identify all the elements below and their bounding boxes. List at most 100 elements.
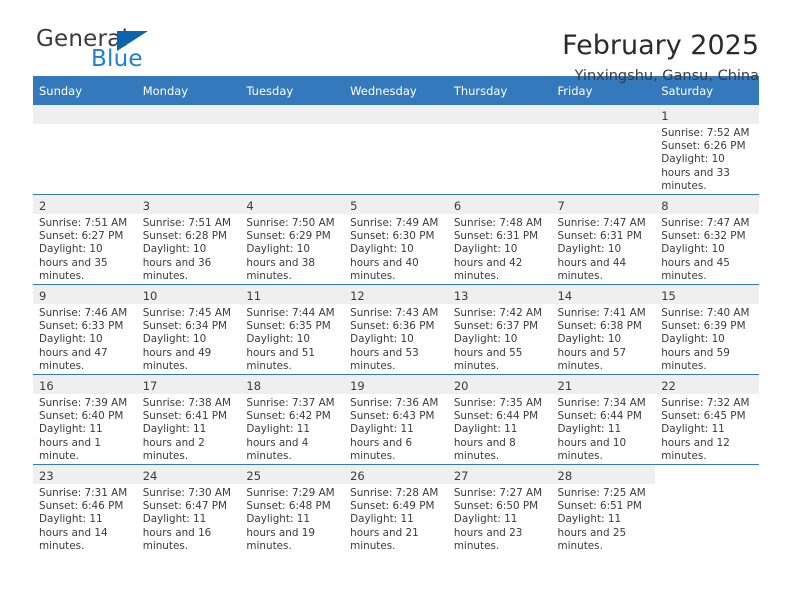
calendar-day-cell[interactable]: 2 Sunrise: 7:51 AM Sunset: 6:27 PM Daylight…: [33, 194, 137, 285]
weekday-header-sunday: Sunday: [33, 76, 137, 105]
day-number-band: 19: [344, 375, 448, 394]
calendar-day-cell[interactable]: 7 Sunrise: 7:47 AM Sunset: 6:31 PM Daylight…: [551, 194, 656, 285]
day-number-band: 21: [551, 375, 656, 394]
sunset-text: Sunset: 6:34 PM: [142, 320, 228, 333]
daylight-text: Daylight: 10 hours and 49 minutes.: [142, 333, 212, 372]
calendar-day-cell[interactable]: 17 Sunrise: 7:38 AM Sunset: 6:41 PM Dayligh…: [136, 374, 241, 465]
daylight-text: Daylight: 10 hours and 55 minutes.: [453, 333, 523, 372]
sunrise-text: Sunrise: 7:34 AM: [557, 397, 646, 409]
sunset-text: Sunset: 6:42 PM: [246, 410, 331, 423]
calendar-day-cell[interactable]: 16 Sunrise: 7:39 AM Sunset: 6:40 PM Dayligh…: [33, 374, 137, 465]
calendar-empty-cell: [447, 105, 552, 195]
calendar-day-cell[interactable]: 26 Sunrise: 7:28 AM Sunset: 6:49 PM Dayligh…: [344, 464, 448, 554]
day-number: 23: [39, 469, 54, 483]
weekday-header-wednesday: Wednesday: [344, 76, 448, 105]
calendar-week-row: 9 Sunrise: 7:46 AM Sunset: 6:33 PM Daylight…: [33, 284, 759, 375]
calendar-day-cell[interactable]: 28 Sunrise: 7:25 AM Sunset: 6:51 PM Dayligh…: [551, 464, 656, 554]
calendar-empty-cell: [344, 105, 448, 195]
day-cell-body: Sunrise: 7:47 AM Sunset: 6:32 PM Daylight:…: [655, 214, 759, 283]
day-number-band: 4: [240, 195, 345, 214]
calendar-day-cell[interactable]: 11 Sunrise: 7:44 AM Sunset: 6:35 PM Dayligh…: [240, 284, 345, 375]
sunset-text: Sunset: 6:38 PM: [557, 320, 642, 333]
sunset-text: Sunset: 6:36 PM: [350, 320, 435, 333]
daylight-text: Daylight: 11 hours and 25 minutes.: [557, 513, 627, 552]
daylight-text: Daylight: 10 hours and 45 minutes.: [661, 243, 730, 282]
day-number: 5: [350, 199, 358, 213]
calendar-day-cell[interactable]: 15 Sunrise: 7:40 AM Sunset: 6:39 PM Dayligh…: [655, 284, 759, 375]
sunset-text: Sunset: 6:31 PM: [453, 230, 539, 243]
day-number-band: 25: [240, 465, 345, 484]
day-number-band: 16: [33, 375, 137, 394]
sunset-text: Sunset: 6:49 PM: [350, 500, 435, 513]
daylight-text: Daylight: 10 hours and 33 minutes.: [661, 153, 730, 192]
day-cell-body: Sunrise: 7:37 AM Sunset: 6:42 PM Daylight:…: [240, 394, 344, 463]
sunset-text: Sunset: 6:35 PM: [246, 320, 331, 333]
calendar-empty-cell: [655, 464, 759, 554]
daylight-text: Daylight: 10 hours and 53 minutes.: [350, 333, 419, 372]
daylight-text: Daylight: 11 hours and 10 minutes.: [557, 423, 627, 462]
daylight-text: Daylight: 11 hours and 19 minutes.: [246, 513, 315, 552]
day-number: 10: [142, 289, 158, 303]
calendar-day-cell[interactable]: 19 Sunrise: 7:36 AM Sunset: 6:43 PM Dayligh…: [344, 374, 448, 465]
day-number-band: [136, 105, 241, 124]
calendar-day-cell[interactable]: 27 Sunrise: 7:27 AM Sunset: 6:50 PM Dayligh…: [447, 464, 552, 554]
calendar-day-cell[interactable]: 5 Sunrise: 7:49 AM Sunset: 6:30 PM Daylight…: [344, 194, 448, 285]
day-number: 13: [453, 289, 469, 303]
day-number: 14: [557, 289, 573, 303]
calendar-day-cell[interactable]: 6 Sunrise: 7:48 AM Sunset: 6:31 PM Daylight…: [447, 194, 552, 285]
day-cell-body: Sunrise: 7:40 AM Sunset: 6:39 PM Daylight:…: [655, 304, 759, 373]
day-cell-body: Sunrise: 7:47 AM Sunset: 6:31 PM Daylight:…: [552, 214, 656, 283]
day-number: 9: [39, 289, 47, 303]
weekday-header-tuesday: Tuesday: [240, 76, 345, 105]
calendar-day-cell[interactable]: 13 Sunrise: 7:42 AM Sunset: 6:37 PM Dayligh…: [447, 284, 552, 375]
calendar-day-cell[interactable]: 4 Sunrise: 7:50 AM Sunset: 6:29 PM Daylight…: [240, 194, 345, 285]
day-number-band: 13: [447, 285, 552, 304]
calendar-day-cell[interactable]: 21 Sunrise: 7:34 AM Sunset: 6:44 PM Dayligh…: [551, 374, 656, 465]
daylight-text: Daylight: 10 hours and 36 minutes.: [142, 243, 212, 282]
calendar-day-cell[interactable]: 20 Sunrise: 7:35 AM Sunset: 6:44 PM Dayligh…: [447, 374, 552, 465]
sunset-text: Sunset: 6:50 PM: [453, 500, 539, 513]
page-masthead: General Blue February 2025 Yinxingshu, G…: [33, 0, 759, 85]
calendar-day-cell[interactable]: 18 Sunrise: 7:37 AM Sunset: 6:42 PM Dayligh…: [240, 374, 345, 465]
day-cell-body: Sunrise: 7:43 AM Sunset: 6:36 PM Daylight:…: [344, 304, 448, 373]
calendar-day-cell[interactable]: 23 Sunrise: 7:31 AM Sunset: 6:46 PM Dayligh…: [33, 464, 137, 554]
sunrise-text: Sunrise: 7:51 AM: [39, 217, 128, 229]
sunset-text: Sunset: 6:33 PM: [39, 320, 124, 333]
daylight-text: Daylight: 11 hours and 14 minutes.: [39, 513, 108, 552]
daylight-text: Daylight: 10 hours and 51 minutes.: [246, 333, 315, 372]
calendar-day-cell[interactable]: 24 Sunrise: 7:30 AM Sunset: 6:47 PM Dayligh…: [136, 464, 241, 554]
sunrise-text: Sunrise: 7:46 AM: [39, 307, 128, 319]
day-number-band: 28: [551, 465, 656, 484]
day-cell-body: Sunrise: 7:32 AM Sunset: 6:45 PM Daylight:…: [655, 394, 759, 463]
calendar-day-cell[interactable]: 14 Sunrise: 7:41 AM Sunset: 6:38 PM Dayligh…: [551, 284, 656, 375]
day-number-band: 11: [240, 285, 345, 304]
day-number-band: 7: [551, 195, 656, 214]
day-cell-body: Sunrise: 7:34 AM Sunset: 6:44 PM Daylight:…: [552, 394, 656, 463]
day-cell-body: Sunrise: 7:35 AM Sunset: 6:44 PM Daylight:…: [448, 394, 552, 463]
day-cell-body: Sunrise: 7:39 AM Sunset: 6:40 PM Daylight:…: [33, 394, 137, 463]
daylight-text: Daylight: 11 hours and 8 minutes.: [453, 423, 518, 462]
sunset-text: Sunset: 6:43 PM: [350, 410, 435, 423]
general-blue-logo[interactable]: General Blue: [33, 28, 216, 71]
calendar-day-cell[interactable]: 3 Sunrise: 7:51 AM Sunset: 6:28 PM Daylight…: [136, 194, 241, 285]
calendar-day-cell[interactable]: 12 Sunrise: 7:43 AM Sunset: 6:36 PM Dayligh…: [344, 284, 448, 375]
weekday-header-monday: Monday: [136, 76, 241, 105]
daylight-text: Daylight: 11 hours and 21 minutes.: [350, 513, 419, 552]
calendar-day-cell[interactable]: 25 Sunrise: 7:29 AM Sunset: 6:48 PM Dayligh…: [240, 464, 345, 554]
sunrise-text: Sunrise: 7:51 AM: [142, 217, 231, 229]
sunset-text: Sunset: 6:47 PM: [142, 500, 228, 513]
day-number: 25: [246, 469, 262, 483]
day-number: 26: [350, 469, 365, 483]
calendar-day-cell[interactable]: 1 Sunrise: 7:52 AM Sunset: 6:26 PM Daylight…: [655, 105, 759, 195]
sunrise-text: Sunrise: 7:36 AM: [350, 397, 439, 409]
calendar-day-cell[interactable]: 9 Sunrise: 7:46 AM Sunset: 6:33 PM Daylight…: [33, 284, 137, 375]
calendar-day-cell[interactable]: 8 Sunrise: 7:47 AM Sunset: 6:32 PM Daylight…: [655, 194, 759, 285]
day-cell-body: Sunrise: 7:30 AM Sunset: 6:47 PM Daylight:…: [137, 484, 241, 553]
daylight-text: Daylight: 10 hours and 42 minutes.: [453, 243, 523, 282]
calendar-day-cell[interactable]: 10 Sunrise: 7:45 AM Sunset: 6:34 PM Dayligh…: [136, 284, 241, 375]
day-number: 21: [557, 379, 573, 393]
calendar-day-cell[interactable]: 22 Sunrise: 7:32 AM Sunset: 6:45 PM Dayligh…: [655, 374, 759, 465]
daylight-text: Daylight: 10 hours and 44 minutes.: [557, 243, 627, 282]
day-number: 12: [350, 289, 365, 303]
day-number-band: 8: [655, 195, 759, 214]
